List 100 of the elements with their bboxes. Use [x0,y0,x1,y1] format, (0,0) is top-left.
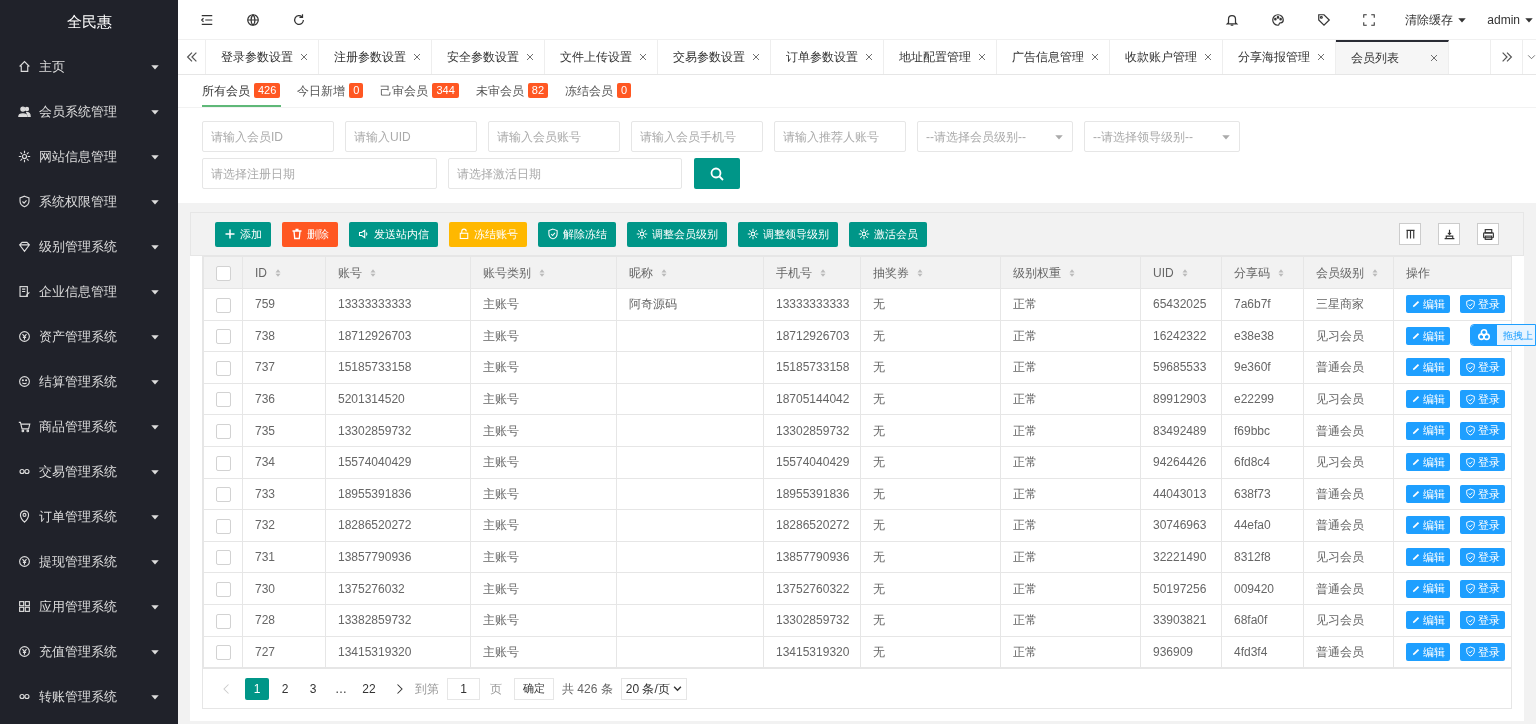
tab[interactable]: 交易参数设置 [658,40,771,74]
tab[interactable]: 会员列表 [1336,40,1449,74]
checkbox[interactable] [215,424,231,439]
page-input[interactable]: 1 [447,677,480,700]
sidebar-item[interactable]: 订单管理系统 [0,494,178,539]
checkbox[interactable] [215,518,231,534]
table-cell: 三星商家 [1316,297,1364,312]
page-link[interactable]: 3 [301,677,325,700]
input-field[interactable]: 请输入会员手机号 [631,121,763,152]
checkbox[interactable] [215,613,231,629]
filter-tab[interactable]: 今日新增 0 [297,76,365,107]
toolbar-button[interactable]: 解除冻结 [538,221,616,247]
input-field[interactable]: 请输入会员账号 [488,121,620,152]
tab[interactable]: 订单参数设置 [771,40,884,74]
gear-icon [636,228,648,240]
checkbox[interactable] [215,550,231,566]
table-cell: e22299 [1234,392,1275,407]
sidebar-item[interactable]: 资产管理系统 [0,314,178,359]
search-icon [709,165,725,182]
page-size-select[interactable]: 20 条/页 [620,677,687,700]
input-field[interactable]: 请输入推荐人账号 [774,121,906,152]
input-field[interactable]: 请输入UID [345,121,477,152]
sidebar-item[interactable]: 系统权限管理 [0,179,178,224]
table-cell: 638f73 [1234,486,1271,501]
user-menu[interactable]: admin [1487,10,1534,29]
filter-tab[interactable]: 己审会员 344 [380,76,460,107]
filter-tab[interactable]: 冻结会员 0 [565,76,633,107]
table-cell: 936909 [1153,644,1194,659]
checkbox[interactable] [215,297,231,313]
sidebar-item[interactable]: 级别管理系统 [0,224,178,269]
table-cell: 主账号 [483,328,519,343]
clear-cache-menu[interactable]: 清除缓存 [1405,10,1468,29]
checkbox[interactable] [215,329,231,345]
sort-icon [659,267,669,278]
tab[interactable]: 登录参数设置 [206,40,319,74]
tab[interactable]: 文件上传设置 [545,40,658,74]
sidebar-item[interactable]: 提现管理系统 [0,539,178,584]
sidebar-item[interactable]: 结算管理系统 [0,359,178,404]
checkbox[interactable] [215,581,231,597]
column-header[interactable]: ID [255,263,283,282]
column-header[interactable]: 昵称 [629,263,669,282]
count-badge: 0 [617,83,632,98]
toolbar-button[interactable]: 删除 [282,221,338,247]
close-icon [526,53,534,61]
checkbox[interactable] [215,487,231,503]
sidebar-item[interactable]: 应用管理系统 [0,584,178,629]
filter-tab[interactable]: 所有会员 426 [202,76,282,107]
table-cell: 无 [873,518,885,533]
toolbar-button[interactable]: 调整会员级别 [627,221,727,247]
search-button[interactable] [694,158,740,189]
sidebar-item[interactable]: 商品管理系统 [0,404,178,449]
page-link[interactable]: … [329,677,353,700]
tab[interactable]: 安全参数设置 [432,40,545,74]
sidebar-item[interactable]: 会员系统管理 [0,89,178,134]
palette-icon [1271,12,1286,27]
gear-icon [747,228,759,240]
export-button[interactable] [1438,223,1460,245]
pencil-icon [1411,330,1421,341]
page-link[interactable]: 22 [357,677,381,700]
tab[interactable]: 广告信息管理 [997,40,1110,74]
checkbox[interactable] [215,265,231,281]
sidebar-item[interactable]: 网站信息管理 [0,134,178,179]
toolbar-button[interactable]: 调整领导级别 [738,221,838,247]
checkbox[interactable] [215,392,231,408]
page-link[interactable]: 2 [273,677,297,700]
checkbox[interactable] [215,360,231,376]
date-field[interactable]: 请选择注册日期 [202,158,437,189]
table-cell: 9e360f [1234,360,1271,375]
checkbox[interactable] [215,455,231,471]
tab[interactable]: 注册参数设置 [319,40,432,74]
tab[interactable]: 地址配置管理 [884,40,997,74]
sort-icon [1067,267,1077,278]
sidebar-item[interactable]: 主页 [0,44,178,89]
close-icon [865,53,873,61]
sidebar-item[interactable]: 转账管理系统 [0,674,178,719]
date-field[interactable]: 请选择激活日期 [448,158,682,189]
table-cell: 无 [873,297,885,312]
table-cell: 无 [873,581,885,596]
filter-tab[interactable]: 未审会员 82 [475,76,550,107]
column-header[interactable]: 账号 [338,263,378,282]
table-cell: 主账号 [483,550,519,565]
toolbar-button[interactable]: 激活会员 [849,221,927,247]
sidebar-item[interactable]: 交易管理系统 [0,449,178,494]
toolbar-button[interactable]: 发送站内信 [349,221,438,247]
checkbox[interactable] [215,645,231,661]
table-cell: 65432025 [1153,297,1207,312]
sidebar-item[interactable]: 企业信息管理 [0,269,178,314]
input-field[interactable]: 请输入会员ID [202,121,334,152]
shield-icon [1465,298,1476,310]
table-cell: 18286520272 [338,518,412,533]
confirm-button[interactable]: 确定 [514,677,554,700]
shield-icon [1465,614,1476,626]
columns-button[interactable] [1399,223,1421,245]
tab[interactable]: 收款账户管理 [1110,40,1223,74]
toolbar-button[interactable]: 添加 [215,221,271,247]
sidebar-item[interactable]: 充值管理系统 [0,629,178,674]
fullscreen-icon [1363,13,1376,26]
print-button[interactable] [1477,223,1499,245]
page-link[interactable]: 1 [245,677,269,700]
table-cell: 主账号 [483,581,519,596]
